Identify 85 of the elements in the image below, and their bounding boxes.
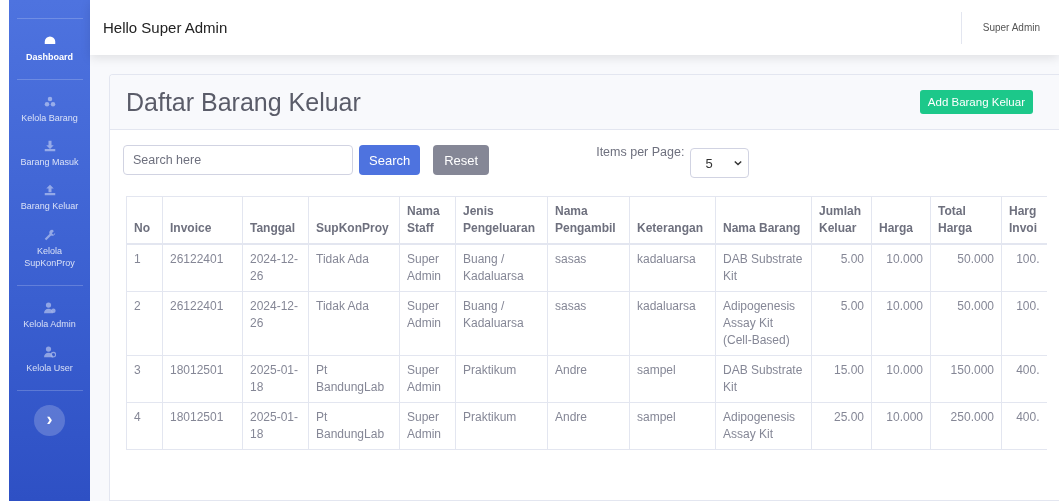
table-cell: 5.00 xyxy=(811,291,872,356)
reset-button[interactable]: Reset xyxy=(433,145,490,175)
wrench-icon xyxy=(43,228,56,241)
items-per-page-select[interactable]: 5 xyxy=(690,148,750,178)
table-cell: 10.000 xyxy=(871,402,931,450)
column-header: No xyxy=(126,196,163,244)
table-cell: 18012501 xyxy=(162,355,243,403)
table-cell: 2025-01-18 xyxy=(242,402,309,450)
table-cell: 3 xyxy=(126,355,163,403)
chevron-down-icon xyxy=(734,160,743,166)
table-cell: 50.000 xyxy=(930,291,1002,356)
table-cell: Praktikum xyxy=(455,402,548,450)
table-cell: 2024-12-26 xyxy=(242,244,309,292)
table-cell: Super Admin xyxy=(399,402,456,450)
column-header: SupKonProy xyxy=(308,196,400,244)
table-cell: kadaluarsa xyxy=(629,291,716,356)
table-cell: sasas xyxy=(547,244,630,292)
table-cell: DAB Substrate Kit xyxy=(715,355,812,403)
user-gear-icon xyxy=(43,346,56,358)
table-cell: 10.000 xyxy=(871,355,931,403)
table-cell: Super Admin xyxy=(399,355,456,403)
column-header: Nama Pengambil xyxy=(547,196,630,244)
table-cell: Buang / Kadaluarsa xyxy=(455,244,548,292)
table-cell: Praktikum xyxy=(455,355,548,403)
sidebar-item[interactable]: Barang Keluar xyxy=(11,176,88,221)
table-cell: 150.000 xyxy=(930,355,1002,403)
table-cell: Pt BandungLab xyxy=(308,402,400,450)
sidebar-item[interactable]: Barang Masuk xyxy=(11,132,88,177)
boxes-icon xyxy=(43,96,56,109)
table-cell: sampel xyxy=(629,402,716,450)
table-cell: sampel xyxy=(629,355,716,403)
upload-icon xyxy=(43,184,56,197)
sidebar-item[interactable]: Kelola Barang xyxy=(11,88,88,133)
table-cell: Tidak Ada xyxy=(308,291,400,356)
user-menu[interactable]: Super Admin xyxy=(961,22,1059,33)
table-cell: DAB Substrate Kit xyxy=(715,244,812,292)
table-cell: Buang / Kadaluarsa xyxy=(455,291,548,356)
column-header: Nama Staff xyxy=(399,196,456,244)
table-cell: Super Admin xyxy=(399,291,456,356)
table-cell: 2025-01-18 xyxy=(242,355,309,403)
sidebar-item[interactable]: Kelola User xyxy=(11,338,88,383)
download-icon xyxy=(43,140,56,153)
table-cell: 50.000 xyxy=(930,244,1002,292)
table-cell: 10.000 xyxy=(871,244,931,292)
table-cell: 250.000 xyxy=(930,402,1002,450)
column-header: Harga xyxy=(871,196,931,244)
table-cell: 25.00 xyxy=(811,402,872,450)
table-cell: 1 xyxy=(126,244,163,292)
column-header: Harg Invoi xyxy=(1001,196,1047,244)
table-cell: Andre xyxy=(547,402,630,450)
table-cell: kadaluarsa xyxy=(629,244,716,292)
page-title: Daftar Barang Keluar xyxy=(126,87,361,117)
sidebar-toggle-button[interactable]: › xyxy=(34,405,65,437)
sidebar-item[interactable]: Kelola SupKonProy xyxy=(11,220,88,277)
column-header: Keterangan xyxy=(629,196,716,244)
gauge-icon xyxy=(43,35,56,47)
table-cell: 2 xyxy=(126,291,163,356)
table-cell: Pt BandungLab xyxy=(308,355,400,403)
sidebar-item[interactable]: Kelola Admin xyxy=(11,293,88,338)
user-icon xyxy=(43,301,56,314)
table-cell: 18012501 xyxy=(162,402,243,450)
column-header: Total Harga xyxy=(930,196,1002,244)
table-cell: 4 xyxy=(126,402,163,450)
table-cell: sasas xyxy=(547,291,630,356)
table-cell: 5.00 xyxy=(811,244,872,292)
search-button[interactable]: Search xyxy=(359,145,421,175)
table-cell: 15.00 xyxy=(811,355,872,403)
table-cell: 26122401 xyxy=(162,291,243,356)
items-per-page-label: Items per Page: xyxy=(596,145,685,159)
table-cell: 26122401 xyxy=(162,244,243,292)
column-header: Jenis Pengeluaran xyxy=(455,196,548,244)
table-cell: Super Admin xyxy=(399,244,456,292)
column-header: Tanggal xyxy=(242,196,309,244)
table-cell: Adipogenesis Assay Kit xyxy=(715,402,812,450)
column-header: Jumlah Keluar xyxy=(811,196,872,244)
sidebar-item[interactable]: Dashboard xyxy=(11,27,88,72)
column-header: Nama Barang xyxy=(715,196,812,244)
table-cell: 2024-12-26 xyxy=(242,291,309,356)
column-header: Invoice xyxy=(162,196,243,244)
greeting-text: Hello Super Admin xyxy=(103,19,229,36)
table-cell: Tidak Ada xyxy=(308,244,400,292)
search-field[interactable]: Search here xyxy=(123,145,353,175)
table-cell: 10.000 xyxy=(871,291,931,356)
table-cell: Adipogenesis Assay Kit (Cell-Based) xyxy=(715,291,812,356)
table-cell: Andre xyxy=(547,355,630,403)
